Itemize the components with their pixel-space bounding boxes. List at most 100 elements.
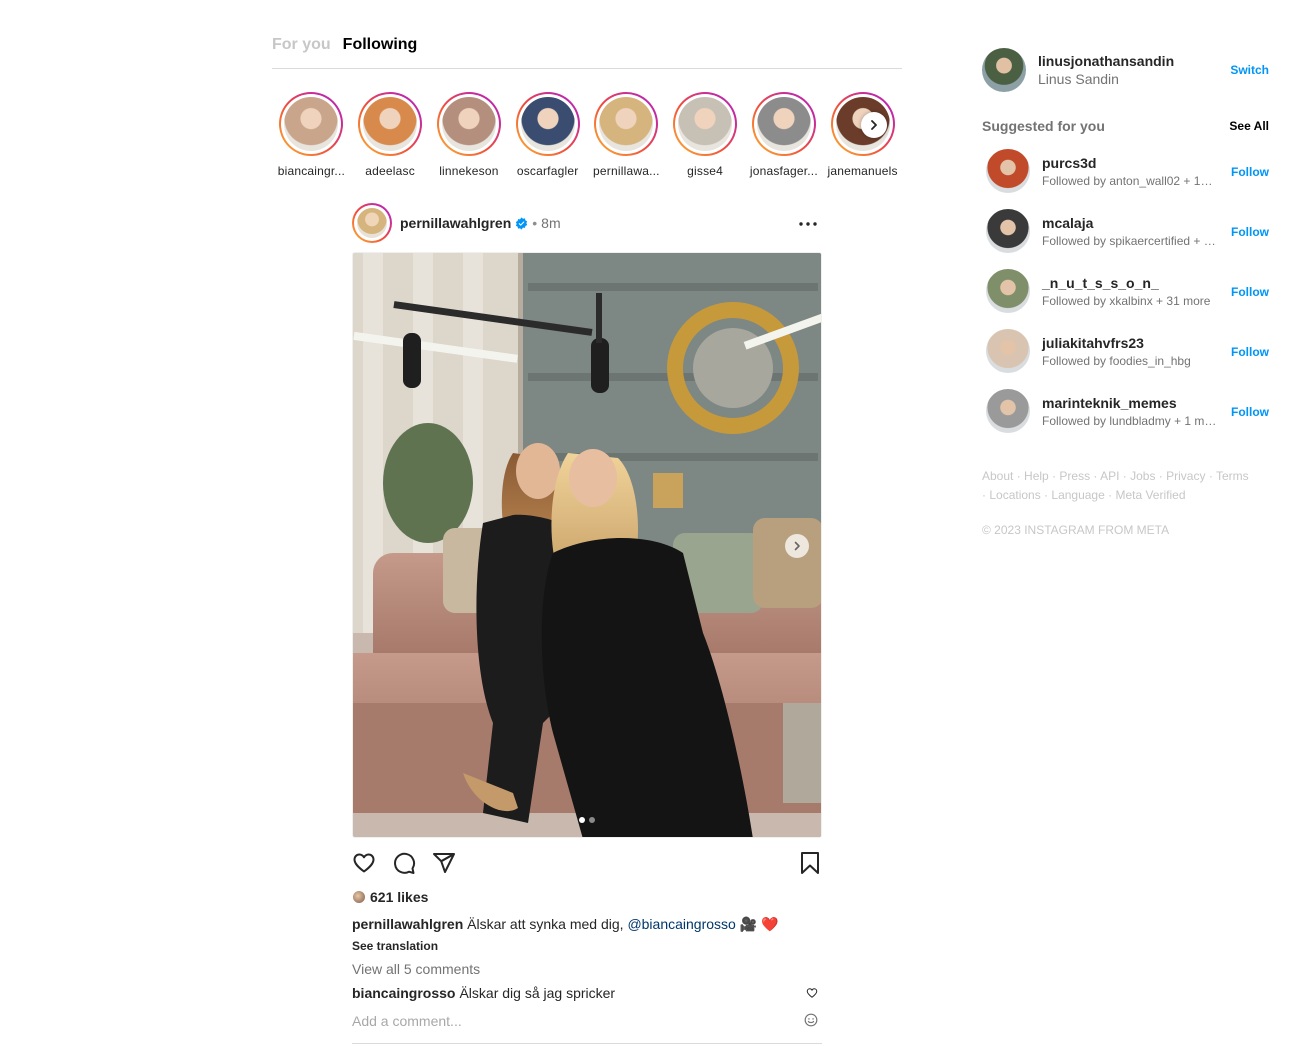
follow-button[interactable]: Follow xyxy=(1231,345,1269,359)
footer-separator: · xyxy=(1119,469,1131,483)
suggestion-username[interactable]: purcs3d xyxy=(1042,155,1218,171)
post-header: pernillawahlgren • 8m xyxy=(352,202,822,244)
footer-links: About · Help · Press · API · Jobs · Priv… xyxy=(982,467,1252,505)
story-item[interactable]: gisse4 xyxy=(666,92,745,182)
follow-button[interactable]: Follow xyxy=(1231,165,1269,179)
more-options-button[interactable] xyxy=(796,212,820,236)
suggestion-avatar[interactable] xyxy=(986,149,1030,193)
suggestion-username[interactable]: marinteknik_memes xyxy=(1042,395,1218,411)
comment-button[interactable] xyxy=(392,851,416,875)
comment-like-icon[interactable] xyxy=(806,987,818,999)
like-button[interactable] xyxy=(352,851,376,875)
current-user-avatar[interactable] xyxy=(982,48,1026,92)
footer-link[interactable]: Terms xyxy=(1216,469,1249,483)
share-icon xyxy=(433,853,455,873)
story-ring xyxy=(358,92,423,156)
add-comment-row xyxy=(352,1013,822,1044)
stories-next-button[interactable] xyxy=(861,112,887,138)
footer-separator: · xyxy=(1090,469,1101,483)
suggestion-username[interactable]: juliakitahvfrs23 xyxy=(1042,335,1218,351)
footer-link[interactable]: Locations xyxy=(989,488,1040,502)
chevron-right-icon xyxy=(794,541,800,551)
feed-post: pernillawahlgren • 8m 621 likes pernilla… xyxy=(352,202,822,1044)
story-item[interactable]: biancaingr... xyxy=(272,92,351,182)
footer-separator: · xyxy=(1048,469,1060,483)
story-avatar xyxy=(520,97,575,151)
story-item[interactable]: pernillawa... xyxy=(587,92,666,182)
story-ring xyxy=(436,92,501,156)
suggestion-context: Followed by spikaercertified + 2 more xyxy=(1042,233,1218,248)
likes-count[interactable]: 621 likes xyxy=(352,888,822,906)
story-username: jonasfager... xyxy=(749,164,818,178)
follow-button[interactable]: Follow xyxy=(1231,285,1269,299)
suggestion-context: Followed by foodies_in_hbg xyxy=(1042,353,1191,368)
feed-tabs: For you Following xyxy=(272,36,902,69)
story-item[interactable]: adeelasc xyxy=(351,92,430,182)
post-media[interactable] xyxy=(352,252,822,838)
emoji-icon[interactable] xyxy=(804,1013,818,1027)
suggestion-avatar[interactable] xyxy=(986,269,1030,313)
story-avatar xyxy=(756,97,811,151)
follow-button[interactable]: Follow xyxy=(1231,225,1269,239)
suggestion-avatar[interactable] xyxy=(986,389,1030,433)
chevron-right-icon xyxy=(871,120,877,130)
comment-username[interactable]: biancaingrosso xyxy=(352,985,455,1001)
view-all-comments-link[interactable]: View all 5 comments xyxy=(352,961,822,977)
caption-text: Älskar att synka med dig, xyxy=(467,916,624,932)
current-user-fullname: Linus Sandin xyxy=(1038,71,1119,87)
suggestion-item: purcs3d Followed by anton_wall02 + 10 mor… xyxy=(986,149,1270,193)
footer-link[interactable]: API xyxy=(1100,469,1119,483)
story-item[interactable]: linnekeson xyxy=(430,92,509,182)
post-separator: • xyxy=(532,215,538,231)
story-item[interactable]: oscarfagler xyxy=(508,92,587,182)
add-comment-input[interactable] xyxy=(352,1013,772,1029)
save-button[interactable] xyxy=(798,851,822,875)
story-ring xyxy=(279,92,344,156)
footer-link[interactable]: Press xyxy=(1059,469,1090,483)
carousel-next-button[interactable] xyxy=(785,534,809,558)
follow-button[interactable]: Follow xyxy=(1231,405,1269,419)
suggestion-item: juliakitahvfrs23 Followed by foodies_in_h… xyxy=(986,329,1270,373)
comment-text: Älskar dig så jag spricker xyxy=(459,985,616,1001)
caption-mention[interactable]: @biancaingrosso xyxy=(627,916,735,932)
heart-icon xyxy=(353,853,375,873)
story-item[interactable]: janemanuels xyxy=(823,92,902,182)
story-item[interactable]: jonasfager... xyxy=(745,92,824,182)
suggestion-username[interactable]: _n_u_t_s_s_o_n_ xyxy=(1042,275,1218,291)
story-username: oscarfagler xyxy=(516,164,579,178)
tab-following[interactable]: Following xyxy=(343,36,418,68)
share-button[interactable] xyxy=(432,851,456,875)
copyright: © 2023 INSTAGRAM FROM META xyxy=(982,523,1170,537)
tab-for-you[interactable]: For you xyxy=(272,36,331,68)
story-avatar xyxy=(284,97,339,151)
footer-separator: · xyxy=(1013,469,1025,483)
footer-link[interactable]: Meta Verified xyxy=(1115,488,1185,502)
suggested-title: Suggested for you xyxy=(982,118,1105,134)
suggestion-avatar[interactable] xyxy=(986,209,1030,253)
caption-username[interactable]: pernillawahlgren xyxy=(352,916,463,932)
see-all-link[interactable]: See All xyxy=(1229,119,1269,133)
post-author-avatar[interactable] xyxy=(352,203,392,243)
footer-link[interactable]: Jobs xyxy=(1130,469,1155,483)
story-ring xyxy=(515,92,580,156)
suggestion-username[interactable]: mcalaja xyxy=(1042,215,1218,231)
post-photo xyxy=(353,253,821,837)
footer-link[interactable]: Privacy xyxy=(1166,469,1205,483)
footer-separator: · xyxy=(1040,488,1052,502)
story-username: pernillawa... xyxy=(593,164,660,178)
switch-account-button[interactable]: Switch xyxy=(1230,63,1269,77)
footer-link[interactable]: About xyxy=(982,469,1013,483)
post-author-username[interactable]: pernillawahlgren xyxy=(400,215,511,231)
post-timestamp[interactable]: 8m xyxy=(541,215,560,231)
story-avatar xyxy=(599,97,654,151)
story-username: adeelasc xyxy=(365,164,415,178)
suggestion-context: Followed by xkalbinx + 31 more xyxy=(1042,293,1211,308)
current-user-username[interactable]: linusjonathansandin xyxy=(1038,53,1174,69)
footer-link[interactable]: Language xyxy=(1051,488,1104,502)
story-username: linnekeson xyxy=(439,164,499,178)
footer-separator: · xyxy=(1104,488,1116,502)
footer-link[interactable]: Help xyxy=(1024,469,1049,483)
suggestion-avatar[interactable] xyxy=(986,329,1030,373)
see-translation-link[interactable]: See translation xyxy=(352,939,822,953)
story-ring xyxy=(751,92,816,156)
